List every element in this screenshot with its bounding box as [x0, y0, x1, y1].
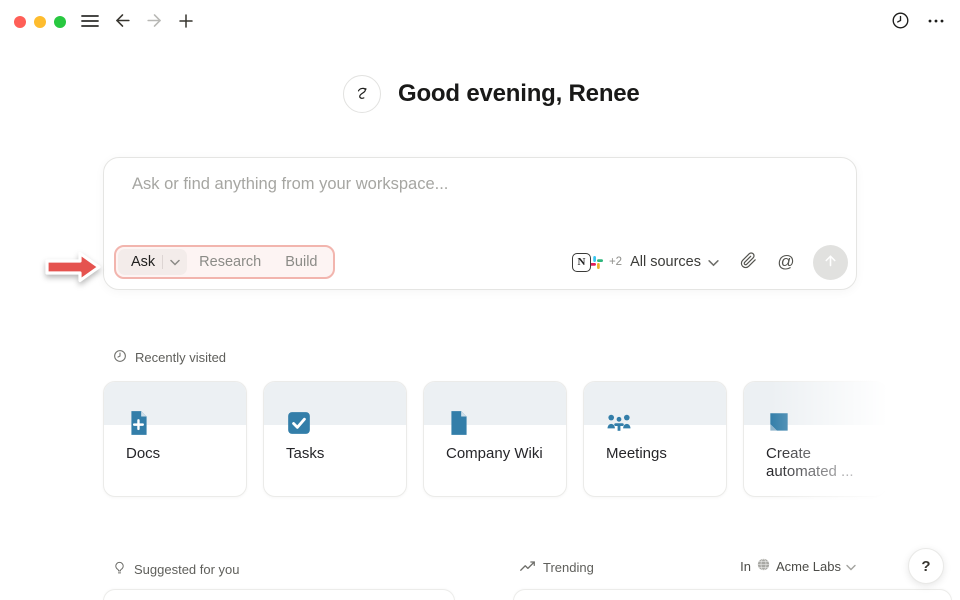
close-window-button[interactable]	[14, 16, 26, 28]
arrow-left-icon	[113, 11, 132, 33]
recently-visited-title: Recently visited	[135, 350, 227, 365]
doc-plus-icon	[126, 410, 152, 436]
suggested-card[interactable]	[103, 589, 455, 600]
notion-letter: N	[577, 256, 586, 268]
recently-visited-cards: Docs Tasks Company Wiki Meetings Create …	[103, 381, 887, 497]
chevron-down-icon[interactable]	[170, 253, 180, 271]
mode-ask-button[interactable]: Ask	[118, 249, 188, 275]
template-icon	[766, 410, 792, 436]
chevron-down-icon	[708, 255, 719, 270]
greeting: Good evening, Renee	[343, 75, 640, 113]
card-title: Company Wiki	[446, 445, 543, 462]
help-button[interactable]: ?	[908, 548, 944, 584]
plus-icon	[177, 12, 195, 33]
scope-prefix: In	[740, 558, 751, 574]
ask-toolbar: Ask Research Build N +2 All sources @	[114, 243, 848, 281]
recent-card-company-wiki[interactable]: Company Wiki	[423, 381, 567, 497]
lightbulb-icon	[113, 560, 126, 578]
workspace-name: Acme Labs	[775, 558, 841, 574]
recent-card-tasks[interactable]: Tasks	[263, 381, 407, 497]
trending-title: Trending	[543, 560, 594, 575]
workspace-scope-selector[interactable]: In Acme Labs	[740, 557, 856, 575]
checkbox-icon	[286, 410, 312, 436]
trending-card[interactable]	[513, 589, 952, 600]
sources-overflow-count: +2	[608, 256, 623, 268]
clock-icon	[113, 349, 127, 366]
maximize-window-button[interactable]	[54, 16, 66, 28]
mode-research-button[interactable]: Research	[187, 250, 273, 274]
card-title: Create automated ...	[766, 445, 854, 480]
arrow-right-icon	[145, 11, 164, 33]
ai-face-icon	[343, 75, 381, 113]
card-title: Tasks	[286, 445, 325, 462]
sources-label: All sources	[630, 254, 701, 270]
suggested-header: Suggested for you	[113, 560, 240, 578]
mode-ask-label: Ask	[131, 254, 156, 270]
chevron-down-icon	[846, 559, 856, 574]
trending-up-icon	[520, 560, 535, 575]
back-button[interactable]	[108, 8, 136, 36]
recently-visited-header: Recently visited	[113, 349, 226, 366]
pill-divider	[162, 255, 164, 269]
mode-build-button[interactable]: Build	[273, 250, 329, 274]
more-button[interactable]	[922, 8, 950, 36]
trending-header: Trending	[520, 560, 594, 575]
forward-button[interactable]	[140, 8, 168, 36]
ask-input-card: Ask or find anything from your workspace…	[103, 157, 857, 290]
app-window: Good evening, Renee Ask or find anything…	[0, 0, 960, 600]
title-bar	[0, 0, 960, 44]
greeting-title: Good evening, Renee	[398, 80, 640, 107]
source-icons: N	[571, 252, 606, 272]
at-icon: @	[777, 252, 795, 271]
recent-card-create-automated[interactable]: Create automated ...	[743, 381, 887, 497]
clock-icon	[891, 11, 910, 33]
sources-selector[interactable]: N +2 All sources	[566, 249, 725, 276]
annotation-arrow-icon	[44, 247, 102, 287]
ellipsis-icon	[927, 12, 945, 33]
recent-card-docs[interactable]: Docs	[103, 381, 247, 497]
mode-switcher: Ask Research Build	[114, 245, 336, 279]
ask-toolbar-right: N +2 All sources @	[566, 244, 848, 280]
arrow-up-icon	[822, 252, 839, 272]
attach-button[interactable]	[733, 247, 763, 277]
people-icon	[606, 410, 632, 436]
suggested-title: Suggested for you	[134, 561, 240, 577]
window-controls	[14, 16, 66, 28]
new-tab-button[interactable]	[172, 8, 200, 36]
minimize-window-button[interactable]	[34, 16, 46, 28]
send-button[interactable]	[813, 244, 848, 280]
card-title: Docs	[126, 445, 161, 462]
notion-icon: N	[571, 252, 591, 272]
page-icon	[446, 410, 472, 436]
workspace-logo-icon	[756, 557, 771, 575]
hamburger-icon	[81, 14, 99, 31]
sidebar-toggle-button[interactable]	[76, 8, 104, 36]
history-button[interactable]	[886, 8, 914, 36]
recent-card-meetings[interactable]: Meetings	[583, 381, 727, 497]
ask-input[interactable]: Ask or find anything from your workspace…	[132, 175, 448, 194]
paperclip-icon	[740, 252, 757, 272]
mention-button[interactable]: @	[771, 247, 801, 277]
card-title: Meetings	[606, 445, 667, 462]
